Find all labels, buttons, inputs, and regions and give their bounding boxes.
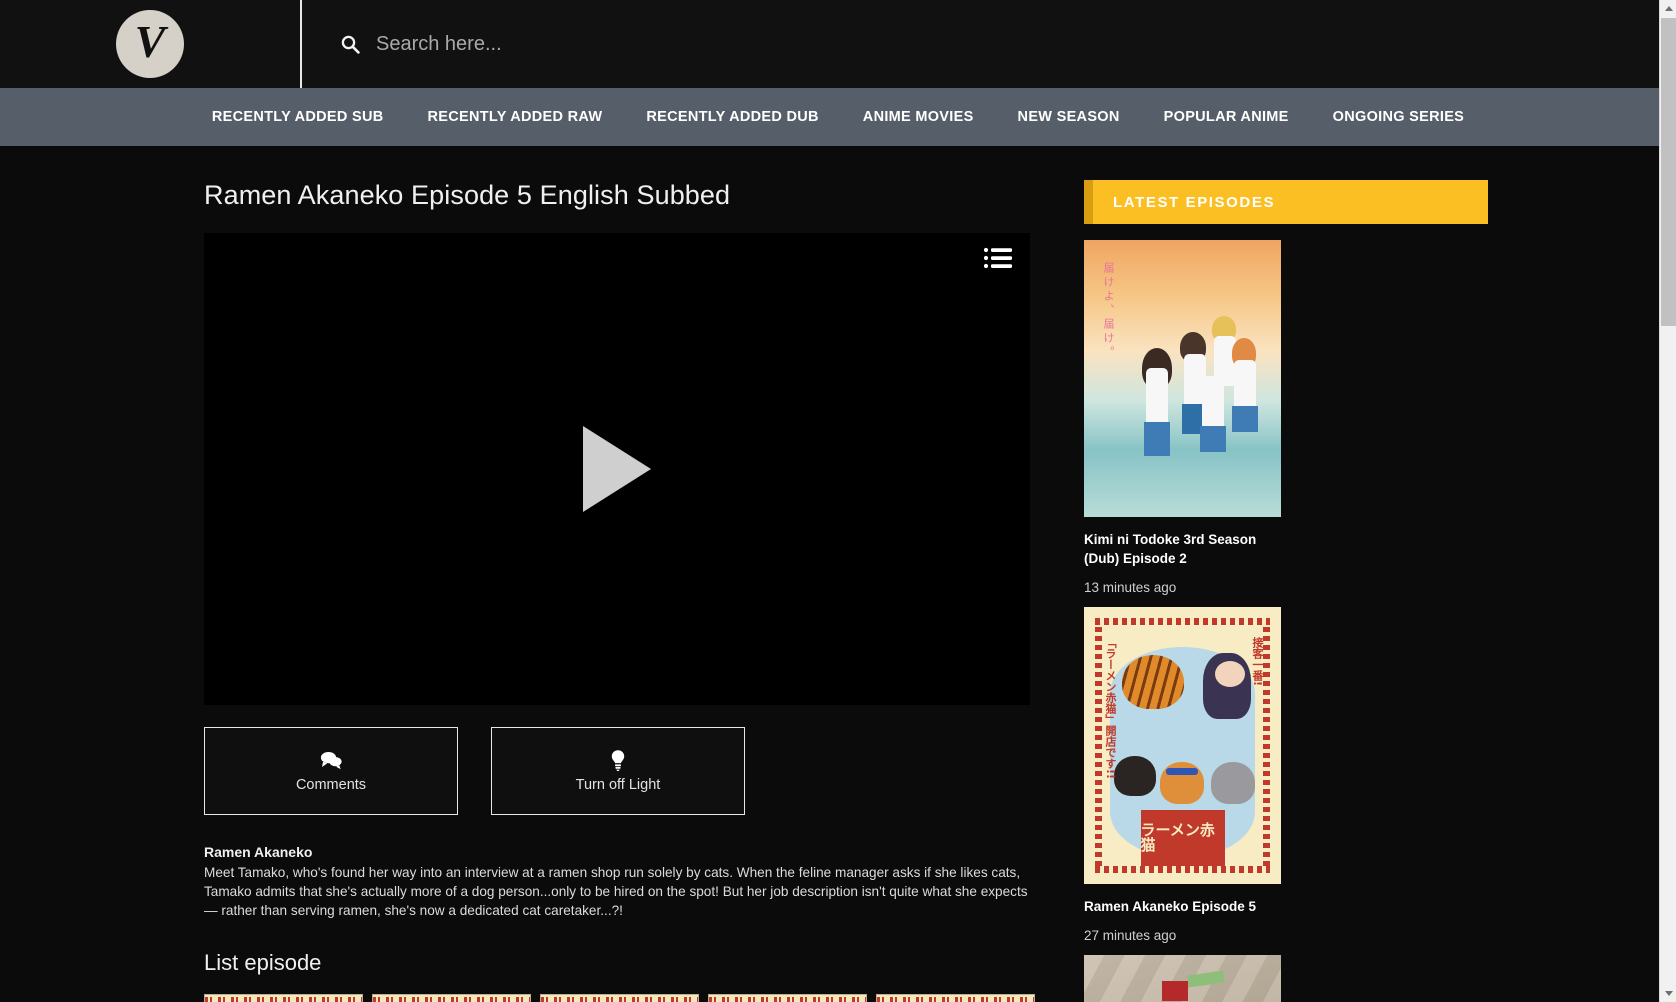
episode-thumbnail[interactable]: ラーメン bbox=[540, 994, 699, 1002]
latest-episode-card[interactable]: 「ラーメン赤猫」開店です!! 接客一番! ラーメン赤猫 Ramen Akanek… bbox=[1084, 606, 1281, 943]
nav-item-recently-added-raw[interactable]: RECENTLY ADDED RAW bbox=[405, 109, 624, 125]
latest-episode-card[interactable]: Giji Harem Episode 5 1 hour ago bbox=[1084, 954, 1281, 1002]
nav-item-new-season[interactable]: NEW SEASON bbox=[996, 109, 1142, 125]
latest-episodes-title: LATEST EPISODES bbox=[1113, 193, 1276, 211]
latest-episodes-header: LATEST EPISODES bbox=[1084, 180, 1488, 224]
episode-thumbnail[interactable]: ラーメン bbox=[876, 994, 1035, 1002]
episode-title: Kimi ni Todoke 3rd Season (Dub) Episode … bbox=[1084, 532, 1257, 566]
main-column: Ramen Akaneko Episode 5 English Subbed C… bbox=[204, 146, 1059, 1002]
playlist-icon[interactable] bbox=[983, 246, 1013, 270]
scrollbar-thumb[interactable] bbox=[1661, 18, 1676, 326]
latest-episodes-grid: 届けよ、届け。 Kimi ni Todoke 3rd Season (Dub) … bbox=[1084, 240, 1488, 1002]
nav-item-recently-added-dub[interactable]: RECENTLY ADDED DUB bbox=[624, 109, 840, 125]
nav-item-ongoing-series[interactable]: ONGOING SERIES bbox=[1311, 109, 1487, 125]
site-logo[interactable]: V bbox=[116, 10, 184, 78]
episode-timestamp: 27 minutes ago bbox=[1084, 927, 1177, 943]
thumb-border bbox=[205, 997, 362, 1002]
poster-japanese-text-right: 接客一番! bbox=[1251, 636, 1264, 686]
nav-item-popular-anime[interactable]: POPULAR ANIME bbox=[1142, 109, 1311, 125]
thumb-border bbox=[373, 997, 530, 1002]
episode-thumbnail[interactable]: ラーメン bbox=[372, 994, 531, 1002]
synopsis-body: Meet Tamako, who's found her way into an… bbox=[204, 865, 1028, 918]
turn-off-light-label: Turn off Light bbox=[575, 776, 661, 793]
search-input[interactable] bbox=[376, 24, 896, 64]
episode-poster[interactable]: 届けよ、届け。 bbox=[1084, 240, 1281, 517]
turn-off-light-button[interactable]: Turn off Light bbox=[491, 727, 745, 815]
synopsis-title: Ramen Akaneko bbox=[204, 844, 313, 860]
episode-thumbnail[interactable]: ラーメン bbox=[708, 994, 867, 1002]
play-icon[interactable] bbox=[583, 426, 651, 512]
episode-title: Ramen Akaneko Episode 5 bbox=[1084, 898, 1257, 914]
episode-thumbnail[interactable]: ラーメン bbox=[204, 994, 363, 1002]
thumb-border bbox=[541, 997, 698, 1002]
latest-episode-card[interactable]: 届けよ、届け。 Kimi ni Todoke 3rd Season (Dub) … bbox=[1084, 240, 1281, 595]
logo-letter: V bbox=[134, 16, 166, 67]
poster-cat-orange bbox=[1160, 761, 1204, 804]
poster-cat-headband bbox=[1166, 767, 1198, 775]
page-root: V RECENTLY ADDED SUB RECENTLY ADDED RAW … bbox=[0, 0, 1676, 1002]
poster-cat-black bbox=[1114, 755, 1156, 796]
comments-label: Comments bbox=[295, 776, 367, 793]
page-scrollbar[interactable] bbox=[1659, 0, 1676, 1002]
search-icon bbox=[340, 34, 360, 54]
poster-prop-book bbox=[1162, 980, 1188, 1001]
episode-poster[interactable]: 「ラーメン赤猫」開店です!! 接客一番! ラーメン赤猫 bbox=[1084, 606, 1281, 884]
poster-artwork bbox=[1084, 282, 1281, 462]
thumb-border bbox=[709, 997, 866, 1002]
page-title: Ramen Akaneko Episode 5 English Subbed bbox=[204, 180, 731, 210]
episode-thumbnail-strip: ラーメン ラーメン bbox=[204, 994, 1059, 1002]
poster-japanese-text-left: 「ラーメン赤猫」開店です!! bbox=[1104, 636, 1117, 779]
comments-button[interactable]: Comments bbox=[204, 727, 458, 815]
thumb-border bbox=[877, 997, 1034, 1002]
player-actions: Comments Turn off Light bbox=[204, 727, 1059, 815]
scroll-up-arrow-icon[interactable] bbox=[1660, 0, 1676, 17]
sidebar: LATEST EPISODES 届けよ、届け。 Kimi ni Todoke 3… bbox=[1084, 146, 1488, 1002]
main-navigation: RECENTLY ADDED SUB RECENTLY ADDED RAW RE… bbox=[0, 88, 1676, 146]
synopsis-block: Ramen Akaneko Meet Tamako, who's found h… bbox=[204, 844, 1030, 920]
poster-tiger bbox=[1122, 654, 1184, 709]
lightbulb-icon bbox=[609, 749, 627, 771]
poster-girl-face bbox=[1215, 660, 1245, 687]
content-area: Ramen Akaneko Episode 5 English Subbed C… bbox=[0, 146, 1676, 1002]
logo-container[interactable]: V bbox=[0, 0, 302, 88]
comments-icon bbox=[319, 750, 343, 770]
site-header: V bbox=[0, 0, 1676, 88]
poster-cat-grey bbox=[1211, 761, 1255, 804]
scroll-down-arrow-icon[interactable] bbox=[1660, 985, 1676, 1002]
video-player[interactable] bbox=[204, 233, 1030, 705]
episode-timestamp: 13 minutes ago bbox=[1084, 579, 1177, 595]
episode-poster[interactable] bbox=[1084, 954, 1281, 1002]
list-episode-heading: List episode bbox=[204, 950, 322, 976]
search-bar[interactable] bbox=[302, 0, 1676, 88]
poster-title-logo: ラーメン赤猫 bbox=[1140, 809, 1225, 866]
nav-item-recently-added-sub[interactable]: RECENTLY ADDED SUB bbox=[190, 109, 406, 125]
nav-item-anime-movies[interactable]: ANIME MOVIES bbox=[841, 109, 996, 125]
